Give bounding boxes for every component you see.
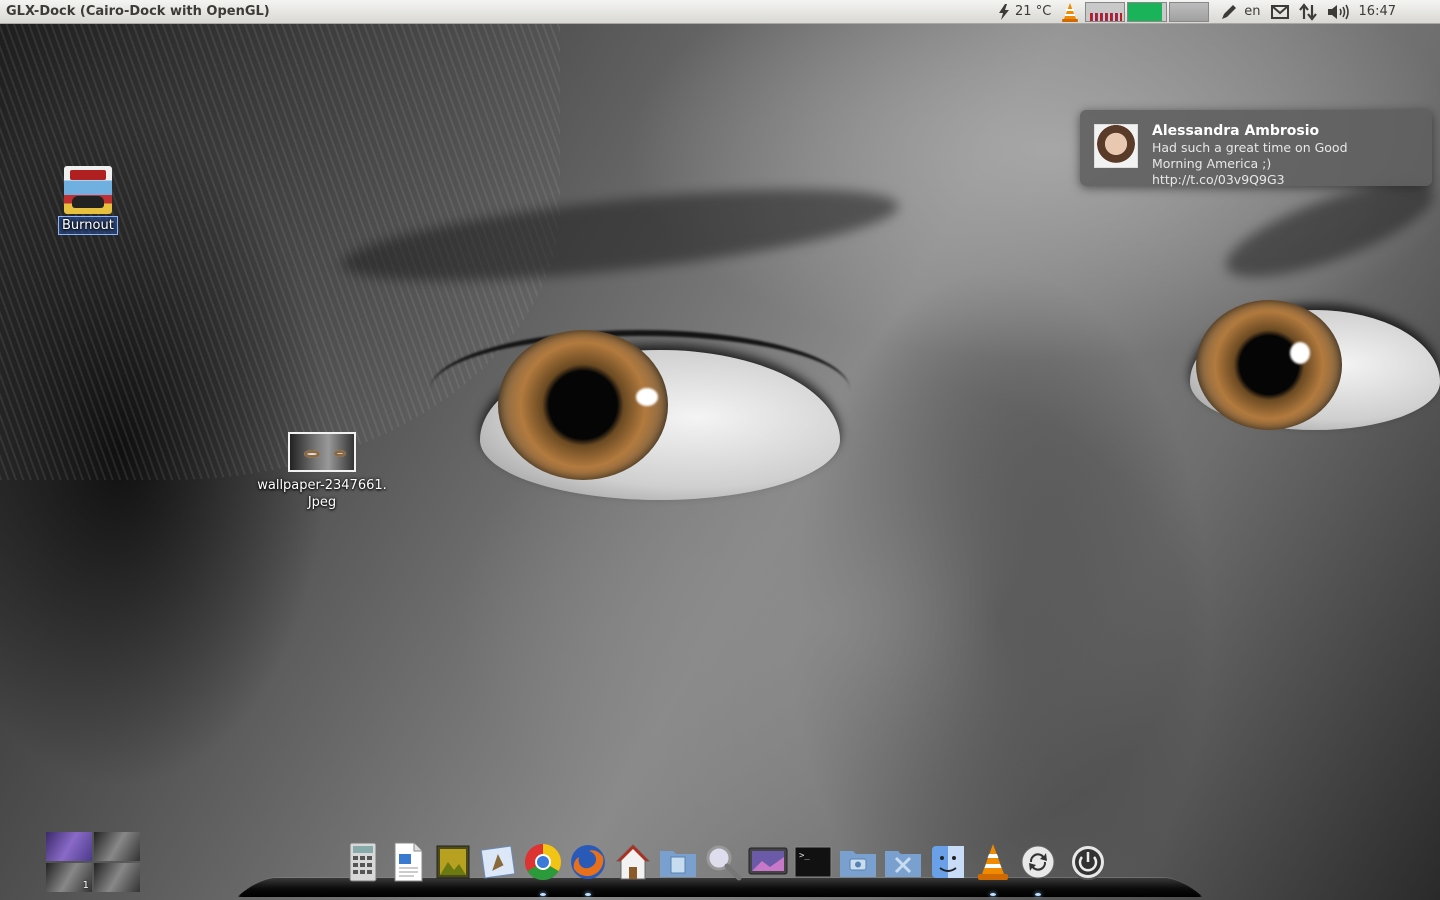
power-icon	[1070, 844, 1106, 880]
tools-folder-icon	[884, 851, 921, 877]
wallpaper-left-glint	[636, 388, 658, 406]
memory-usage-graph[interactable]	[1127, 1, 1168, 22]
dock-mail-launcher[interactable]	[475, 838, 520, 886]
dock-tools-folder-launcher[interactable]	[880, 838, 925, 886]
desktop-icon-burnout[interactable]: Burnout	[58, 166, 118, 235]
dock-pictures-folder-launcher[interactable]	[835, 838, 880, 886]
vlc-icon	[977, 844, 1008, 880]
document-icon	[394, 842, 422, 882]
weather-temperature: 21 °C	[1015, 4, 1052, 19]
dock-chrome-launcher[interactable]	[520, 838, 565, 896]
envelope-icon	[1270, 4, 1289, 19]
sound-indicator[interactable]	[1322, 0, 1354, 24]
refresh-icon	[1021, 845, 1054, 879]
image-viewer-icon	[436, 845, 469, 879]
desktop-icon-label: Burnout	[58, 216, 118, 235]
wallpaper-right-iris	[1196, 300, 1342, 430]
notification-title: Alessandra Ambrosio	[1152, 123, 1320, 139]
weather-lightning-icon	[999, 3, 1010, 20]
folder-icon	[659, 851, 696, 877]
image-file-icon	[288, 432, 356, 472]
desktop-icon-wallpaper-file[interactable]: wallpaper-2347661. Jpeg	[254, 432, 390, 511]
keyboard-layout-label: en	[1244, 4, 1261, 19]
indicator-area: 21 °C en 16:47	[992, 0, 1440, 24]
notification-body: Had such a great time on Good Morning Am…	[1152, 140, 1348, 187]
workspace-1[interactable]	[46, 832, 92, 861]
clock-indicator[interactable]: 16:47	[1354, 0, 1440, 24]
wallpaper-right-glint	[1290, 342, 1310, 364]
notification-content: Alessandra Ambrosio Had such a great tim…	[1152, 122, 1402, 188]
keyboard-indicator[interactable]: en	[1210, 0, 1265, 24]
calculator-icon	[349, 842, 376, 882]
network-graph[interactable]	[1169, 1, 1210, 22]
dock-home-launcher[interactable]	[610, 838, 655, 886]
memory-usage-fill	[1128, 2, 1163, 21]
dock-calculator-launcher[interactable]	[340, 838, 385, 886]
vlc-indicator[interactable]	[1056, 0, 1084, 24]
dock-firefox-launcher[interactable]	[565, 838, 610, 896]
dock-folder-launcher[interactable]	[655, 838, 700, 886]
cpu-load-graph[interactable]	[1085, 1, 1126, 22]
workspace-number: 1	[82, 880, 89, 891]
active-app-title: GLX-Dock (Cairo-Dock with OpenGL)	[6, 4, 270, 19]
firefox-icon	[570, 845, 605, 879]
speaker-volume-icon	[1327, 4, 1349, 19]
dock-terminal-launcher[interactable]: >_	[790, 838, 835, 886]
workspace-4[interactable]	[94, 863, 140, 892]
clock-time: 16:47	[1358, 4, 1396, 19]
dock-refresh-launcher[interactable]	[1015, 838, 1060, 896]
dock: >_	[340, 838, 1116, 896]
workspace-2[interactable]	[94, 832, 140, 861]
notification-bubble[interactable]: Alessandra Ambrosio Had such a great tim…	[1080, 110, 1432, 188]
pictures-folder-icon	[839, 851, 876, 877]
mail-icon	[480, 845, 515, 879]
dock-power-launcher[interactable]	[1060, 838, 1116, 886]
chrome-icon	[524, 844, 561, 881]
dock-finder-launcher[interactable]	[925, 838, 970, 886]
burnout-game-icon	[63, 166, 112, 214]
messaging-indicator[interactable]	[1266, 0, 1294, 24]
desktop-icon-label: wallpaper-2347661. Jpeg	[257, 478, 387, 510]
dock-document-launcher[interactable]	[385, 838, 430, 886]
workspace-3[interactable]: 1	[46, 863, 92, 892]
weather-indicator[interactable]: 21 °C	[992, 0, 1056, 24]
search-icon	[706, 845, 741, 881]
finder-icon	[931, 846, 964, 878]
screen-icon	[748, 847, 787, 875]
home-icon	[615, 844, 650, 880]
keyboard-pen-icon	[1222, 4, 1237, 19]
terminal-icon: >_	[794, 846, 831, 878]
network-updown-icon	[1298, 2, 1317, 21]
notification-avatar	[1094, 124, 1138, 168]
dock-search-launcher[interactable]	[700, 838, 745, 886]
dock-vlc-launcher[interactable]	[970, 838, 1015, 896]
vlc-cone-icon	[1062, 2, 1079, 22]
network-indicator[interactable]	[1294, 0, 1322, 24]
dock-image-viewer-launcher[interactable]	[430, 838, 475, 886]
workspace-switcher[interactable]: 1	[46, 832, 140, 892]
top-panel: GLX-Dock (Cairo-Dock with OpenGL) 21 °C …	[0, 0, 1440, 24]
svg-text:>_: >_	[799, 851, 810, 861]
dock-screen-launcher[interactable]	[745, 838, 790, 886]
